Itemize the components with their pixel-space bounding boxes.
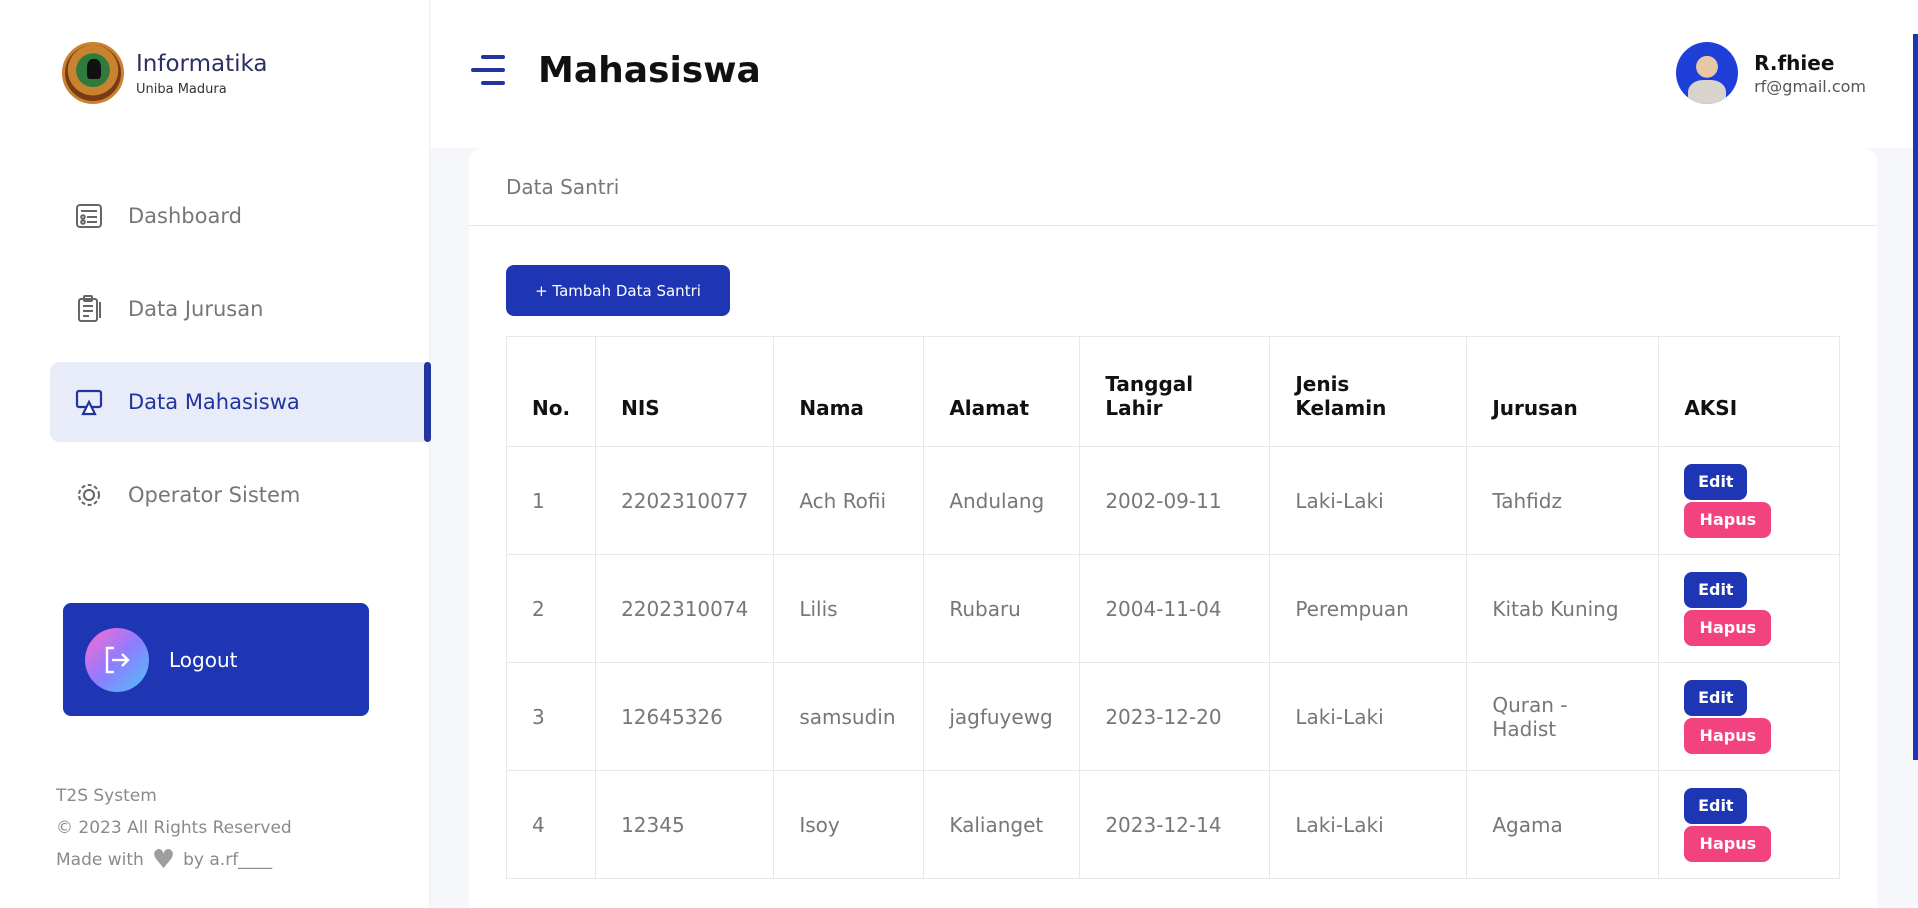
scrollbar[interactable] <box>1913 34 1918 760</box>
hapus-button[interactable]: Hapus <box>1684 825 1772 862</box>
cell-jurusan: Agama <box>1466 770 1660 879</box>
clipboard-icon <box>74 294 104 324</box>
cell-nis: 12645326 <box>595 662 775 771</box>
hapus-button[interactable]: Hapus <box>1684 501 1772 538</box>
brand-subtitle: Uniba Madura <box>136 81 227 97</box>
table-row: 2 2202310074 Lilis Rubaru 2004-11-04 Per… <box>505 554 1840 663</box>
cell-no: 2 <box>505 554 597 663</box>
sidebar-item-data-jurusan[interactable]: Data Jurusan <box>50 269 431 349</box>
cell-nama: Lilis <box>773 554 925 663</box>
brand[interactable]: Informatika Uniba Madura <box>62 42 268 104</box>
cell-tanggal-lahir: 2004-11-04 <box>1079 554 1271 663</box>
cell-jurusan: Quran - Hadist <box>1466 662 1660 771</box>
cell-nis: 2202310077 <box>595 446 775 555</box>
cell-aksi: Edit Hapus <box>1658 446 1840 555</box>
edit-button[interactable]: Edit <box>1684 679 1748 716</box>
cell-alamat: Andulang <box>923 446 1081 555</box>
cell-alamat: jagfuyewg <box>923 662 1081 771</box>
data-santri-card: Data Santri + Tambah Data Santri No. NIS… <box>469 148 1877 908</box>
sidebar-item-label: Data Jurusan <box>128 297 264 321</box>
column-header-nama: Nama <box>773 336 925 447</box>
hapus-button[interactable]: Hapus <box>1684 717 1772 754</box>
column-header-jurusan: Jurusan <box>1466 336 1660 447</box>
sidebar-item-label: Operator Sistem <box>128 483 301 507</box>
cell-jenis-kelamin: Perempuan <box>1269 554 1468 663</box>
cell-no: 1 <box>505 446 597 555</box>
cell-nama: samsudin <box>773 662 925 771</box>
cell-aksi: Edit Hapus <box>1658 662 1840 771</box>
cell-tanggal-lahir: 2023-12-14 <box>1079 770 1271 879</box>
logout-label: Logout <box>169 647 238 672</box>
cell-aksi: Edit Hapus <box>1658 770 1840 879</box>
column-header-tanggal-lahir: Tanggal Lahir <box>1079 336 1271 447</box>
table-row: 1 2202310077 Ach Rofii Andulang 2002-09-… <box>505 446 1840 555</box>
cell-jenis-kelamin: Laki-Laki <box>1269 770 1468 879</box>
user-profile[interactable]: R.fhiee rf@gmail.com <box>1676 42 1866 104</box>
monitor-icon <box>74 387 104 417</box>
cell-jurusan: Kitab Kuning <box>1466 554 1660 663</box>
avatar <box>1676 42 1739 104</box>
cell-jurusan: Tahfidz <box>1466 446 1660 555</box>
table-row: 4 12345 Isoy Kalianget 2023-12-14 Laki-L… <box>505 770 1840 879</box>
sidebar-footer: T2S System © 2023 All Rights Reserved Ma… <box>56 780 292 876</box>
cell-nama: Isoy <box>773 770 925 879</box>
cell-alamat: Kalianget <box>923 770 1081 879</box>
cell-aksi: Edit Hapus <box>1658 554 1840 663</box>
santri-table: No. NIS Nama Alamat Tanggal Lahir Jenis … <box>505 336 1840 879</box>
hamburger-menu-icon[interactable] <box>471 55 505 87</box>
sidebar: Informatika Uniba Madura Dashboard Data … <box>0 0 431 908</box>
column-header-nis: NIS <box>595 336 775 447</box>
dashboard-icon <box>74 201 104 231</box>
hapus-button[interactable]: Hapus <box>1684 609 1772 646</box>
cell-no: 3 <box>505 662 597 771</box>
logout-button[interactable]: Logout <box>63 603 369 716</box>
brand-title: Informatika <box>136 50 268 77</box>
cell-tanggal-lahir: 2002-09-11 <box>1079 446 1271 555</box>
edit-button[interactable]: Edit <box>1684 463 1748 500</box>
cell-alamat: Rubaru <box>923 554 1081 663</box>
table-header-row: No. NIS Nama Alamat Tanggal Lahir Jenis … <box>505 336 1840 447</box>
column-header-no: No. <box>505 336 597 447</box>
page-title: Mahasiswa <box>538 50 761 91</box>
cell-jenis-kelamin: Laki-Laki <box>1269 662 1468 771</box>
cell-no: 4 <box>505 770 597 879</box>
sidebar-item-dashboard[interactable]: Dashboard <box>50 176 431 256</box>
university-logo <box>62 42 124 104</box>
footer-made-with: Made with <box>56 850 144 870</box>
card-title: Data Santri <box>469 148 1877 226</box>
add-santri-button[interactable]: + Tambah Data Santri <box>506 265 730 316</box>
sidebar-item-label: Data Mahasiswa <box>128 390 300 414</box>
cell-nis: 2202310074 <box>595 554 775 663</box>
footer-credit: Made with ♥ by a.rf____ <box>56 844 292 876</box>
sidebar-item-label: Dashboard <box>128 204 242 228</box>
column-header-alamat: Alamat <box>923 336 1081 447</box>
logout-icon <box>85 627 149 692</box>
cell-nis: 12345 <box>595 770 775 879</box>
table-row: 3 12645326 samsudin jagfuyewg 2023-12-20… <box>505 662 1840 771</box>
footer-copyright: © 2023 All Rights Reserved <box>56 818 292 838</box>
top-header: Mahasiswa R.fhiee rf@gmail.com <box>431 0 1918 760</box>
column-header-jenis-kelamin: Jenis Kelamin <box>1269 336 1468 447</box>
footer-author: by a.rf____ <box>183 850 273 870</box>
footer-system-name: T2S System <box>56 786 157 806</box>
sidebar-item-data-mahasiswa[interactable]: Data Mahasiswa <box>50 362 431 442</box>
column-header-aksi: AKSI <box>1658 336 1840 447</box>
user-email: rf@gmail.com <box>1754 76 1866 96</box>
heart-icon: ♥ <box>151 845 176 875</box>
sidebar-item-operator-sistem[interactable]: Operator Sistem <box>50 455 431 535</box>
edit-button[interactable]: Edit <box>1684 787 1748 824</box>
gear-icon <box>74 480 104 510</box>
edit-button[interactable]: Edit <box>1684 571 1748 608</box>
cell-tanggal-lahir: 2023-12-20 <box>1079 662 1271 771</box>
cell-nama: Ach Rofii <box>773 446 925 555</box>
cell-jenis-kelamin: Laki-Laki <box>1269 446 1468 555</box>
user-name: R.fhiee <box>1754 50 1835 75</box>
sidebar-nav: Dashboard Data Jurusan Data Mahasiswa Op… <box>50 176 431 548</box>
